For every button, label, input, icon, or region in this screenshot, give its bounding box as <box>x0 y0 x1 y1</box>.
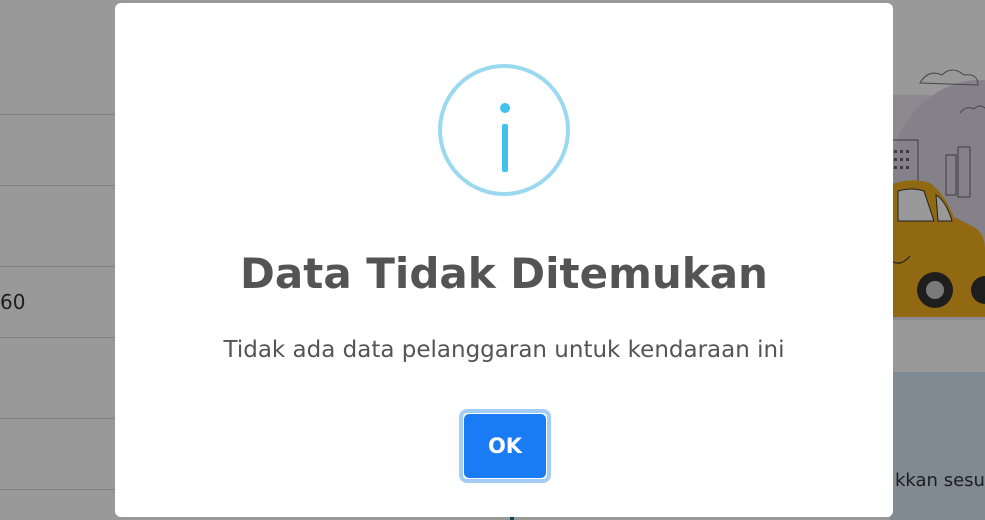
ok-button-label: OK <box>464 414 546 478</box>
page: 60 kkan sesu Data Tidak Ditemukan Tidak … <box>0 0 985 520</box>
info-icon-stem <box>502 124 508 172</box>
dialog-message: Tidak ada data pelanggaran untuk kendara… <box>223 337 785 363</box>
ok-button[interactable]: OK <box>459 409 551 483</box>
info-icon <box>438 64 570 196</box>
dialog-title: Data Tidak Ditemukan <box>240 249 768 298</box>
alert-dialog: Data Tidak Ditemukan Tidak ada data pela… <box>115 3 893 517</box>
info-icon-dot <box>500 103 510 113</box>
